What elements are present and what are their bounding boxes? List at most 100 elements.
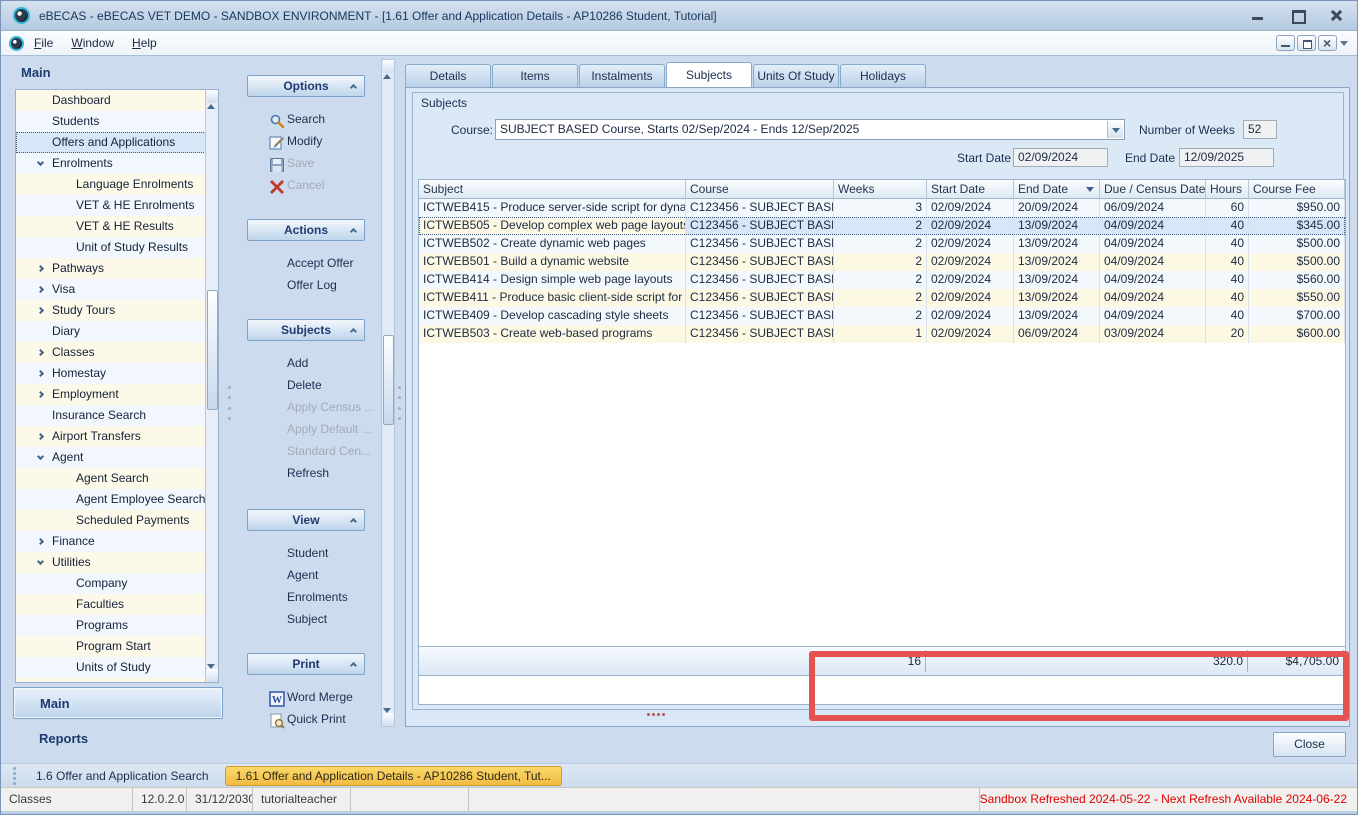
sidebar-item-programs[interactable]: Programs <box>16 615 206 636</box>
splitter-grip[interactable] <box>397 386 402 420</box>
view-item-enrolments[interactable]: Enrolments <box>253 587 365 607</box>
sidebar-item-unit-of-study-results[interactable]: Unit of Study Results <box>16 237 206 258</box>
sidebar-item-employment[interactable]: Employment <box>16 384 206 405</box>
print-item-quick-print[interactable]: Quick Print <box>253 709 365 729</box>
sidebar-item-study-tours[interactable]: Study Tours <box>16 300 206 321</box>
sidebar-item-agent-employee-search[interactable]: Agent Employee Search <box>16 489 206 510</box>
sidebar-item-classes[interactable]: Classes <box>16 342 206 363</box>
column-header-course[interactable]: Course <box>686 180 834 199</box>
group-header-view[interactable]: View <box>247 509 365 531</box>
sidebar-item-company[interactable]: Company <box>16 573 206 594</box>
start-date-field[interactable]: 02/09/2024 <box>1013 148 1108 167</box>
sidebar-item-scheduled-payments[interactable]: Scheduled Payments <box>16 510 206 531</box>
sidebar-item-homestay[interactable]: Homestay <box>16 363 206 384</box>
menu-item-window[interactable]: Window <box>63 33 122 53</box>
view-item-student[interactable]: Student <box>253 543 365 563</box>
tab-units-of-study[interactable]: Units Of Study <box>753 64 839 88</box>
options-item-modify[interactable]: Modify <box>253 131 365 151</box>
options-item-search[interactable]: Search <box>253 109 365 129</box>
tree-scroll-thumb[interactable] <box>207 290 218 410</box>
close-button[interactable]: Close <box>1273 732 1346 757</box>
actions-item-offer-log[interactable]: Offer Log <box>253 275 365 295</box>
mdi-restore-icon[interactable] <box>1297 35 1316 51</box>
taskbar-grip[interactable] <box>13 767 16 785</box>
number-of-weeks-field[interactable]: 52 <box>1243 120 1277 139</box>
sidebar-item-offers-and-applications[interactable]: Offers and Applications <box>16 132 206 153</box>
sidebar-item-utilities[interactable]: Utilities <box>16 552 206 573</box>
close-icon[interactable] <box>1330 10 1343 21</box>
combo-dropdown-icon[interactable] <box>1107 121 1123 138</box>
splitter-grip[interactable] <box>227 386 232 420</box>
table-row[interactable]: ICTWEB501 - Build a dynamic websiteC1234… <box>419 253 1345 271</box>
column-header-end-date[interactable]: End Date <box>1014 180 1100 199</box>
column-header-subject[interactable]: Subject <box>419 180 686 199</box>
taskbar-tab-search[interactable]: 1.6 Offer and Application Search <box>30 766 215 786</box>
sidebar-item-vet-he-results[interactable]: VET & HE Results <box>16 216 206 237</box>
column-header-due-census-date[interactable]: Due / Census Date <box>1100 180 1206 199</box>
mdi-close-icon[interactable] <box>1318 35 1337 51</box>
table-row[interactable]: ICTWEB414 - Design simple web page layou… <box>419 271 1345 289</box>
table-row[interactable]: ICTWEB505 - Develop complex web page lay… <box>419 217 1345 235</box>
sidebar-item-visa[interactable]: Visa <box>16 279 206 300</box>
tree-scroll-down-icon[interactable] <box>207 669 218 682</box>
group-header-subjects[interactable]: Subjects <box>247 319 365 341</box>
sidebar-item-faculties[interactable]: Faculties <box>16 594 206 615</box>
sidebar-item-dashboard[interactable]: Dashboard <box>16 90 206 111</box>
subjects-item-add[interactable]: Add <box>253 353 365 373</box>
course-combobox[interactable]: SUBJECT BASED Course, Starts 02/Sep/2024… <box>495 119 1125 140</box>
column-header-course-fee[interactable]: Course Fee <box>1249 180 1345 199</box>
panel-scroll-thumb[interactable] <box>383 335 394 425</box>
tree-scroll-up-icon[interactable] <box>207 90 218 103</box>
print-item-word-merge[interactable]: WWord Merge <box>253 687 365 707</box>
tree-scrollbar[interactable] <box>205 90 218 682</box>
subjects-item-refresh[interactable]: Refresh <box>253 463 365 483</box>
sidebar-item-vet-he-enrolments[interactable]: VET & HE Enrolments <box>16 195 206 216</box>
subjects-item-delete[interactable]: Delete <box>253 375 365 395</box>
sidebar-item-students[interactable]: Students <box>16 111 206 132</box>
sidebar-item-units-of-study[interactable]: Units of Study <box>16 657 206 678</box>
tab-subjects[interactable]: Subjects <box>666 62 752 88</box>
sidebar-item-language-enrolments[interactable]: Language Enrolments <box>16 174 206 195</box>
mdi-menu-dropdown-icon[interactable] <box>1339 35 1349 51</box>
menu-item-help[interactable]: Help <box>124 33 165 53</box>
panel-scroll-down-icon[interactable] <box>383 713 394 726</box>
sidebar-item-program-start[interactable]: Program Start <box>16 636 206 657</box>
sidebar-item-insurance-search[interactable]: Insurance Search <box>16 405 206 426</box>
group-header-actions[interactable]: Actions <box>247 219 365 241</box>
tab-details[interactable]: Details <box>405 64 491 88</box>
view-item-agent[interactable]: Agent <box>253 565 365 585</box>
taskbar-tab-details-active[interactable]: 1.61 Offer and Application Details - AP1… <box>225 766 562 786</box>
table-row[interactable]: ICTWEB415 - Produce server-side script f… <box>419 199 1345 217</box>
sidebar-item-enrolments[interactable]: Enrolments <box>16 153 206 174</box>
table-row[interactable]: ICTWEB409 - Develop cascading style shee… <box>419 307 1345 325</box>
sidebar-item-agent[interactable]: Agent <box>16 447 206 468</box>
sidebar-item-diary[interactable]: Diary <box>16 321 206 342</box>
bottom-splitter-grip[interactable] <box>647 713 665 716</box>
menu-item-file[interactable]: File <box>26 33 61 53</box>
column-header-hours[interactable]: Hours <box>1206 180 1249 199</box>
actions-item-accept-offer[interactable]: Accept Offer <box>253 253 365 273</box>
tab-holidays[interactable]: Holidays <box>840 64 926 88</box>
table-row[interactable]: ICTWEB502 - Create dynamic web pagesC123… <box>419 235 1345 253</box>
group-header-print[interactable]: Print <box>247 653 365 675</box>
panel-scrollbar[interactable] <box>381 59 395 727</box>
column-header-start-date[interactable]: Start Date <box>927 180 1014 199</box>
sidebar-reports-button[interactable]: Reports <box>39 731 88 746</box>
sidebar-item-airport-transfers[interactable]: Airport Transfers <box>16 426 206 447</box>
table-row[interactable]: ICTWEB411 - Produce basic client-side sc… <box>419 289 1345 307</box>
end-date-field[interactable]: 12/09/2025 <box>1179 148 1274 167</box>
minimize-icon[interactable] <box>1252 10 1265 21</box>
tab-items[interactable]: Items <box>492 64 578 88</box>
sidebar-item-finance[interactable]: Finance <box>16 531 206 552</box>
table-row[interactable]: ICTWEB503 - Create web-based programsC12… <box>419 325 1345 343</box>
panel-scroll-up-icon[interactable] <box>383 60 394 73</box>
view-item-subject[interactable]: Subject <box>253 609 365 629</box>
mdi-minimize-icon[interactable] <box>1276 35 1295 51</box>
sidebar-item-agent-search[interactable]: Agent Search <box>16 468 206 489</box>
sidebar-item-pathways[interactable]: Pathways <box>16 258 206 279</box>
restore-icon[interactable] <box>1291 10 1304 21</box>
group-header-options[interactable]: Options <box>247 75 365 97</box>
column-header-weeks[interactable]: Weeks <box>834 180 927 199</box>
tab-instalments[interactable]: Instalments <box>579 64 665 88</box>
sidebar-main-button[interactable]: Main <box>13 687 223 719</box>
